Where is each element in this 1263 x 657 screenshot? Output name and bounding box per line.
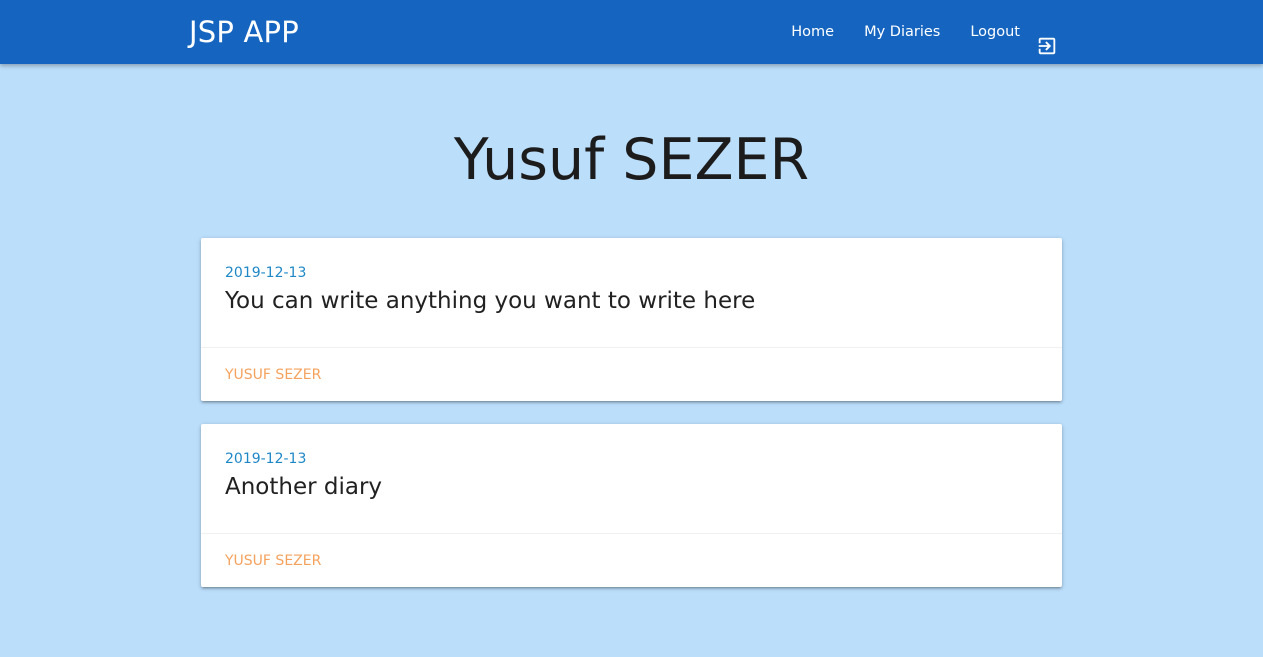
nav-logout-link[interactable]: Logout [955,0,1058,64]
diary-title: You can write anything you want to write… [225,288,756,314]
logout-icon [1036,21,1058,55]
diary-card-content: 2019-12-13 Another diary [201,424,1062,534]
diary-card-action: YUSUF SEZER [201,348,1062,402]
diary-date: 2019-12-13 [225,451,307,467]
diary-date: 2019-12-13 [225,265,307,281]
brand-logo[interactable]: JSP APP [189,14,299,50]
diary-author-link[interactable]: YUSUF SEZER [225,553,321,569]
diary-title: Another diary [225,474,383,500]
diary-card: 2019-12-13 You can write anything you wa… [201,238,1062,401]
diary-card-action: YUSUF SEZER [201,534,1062,588]
diary-card: 2019-12-13 Another diary YUSUF SEZER [201,424,1062,587]
logout-label: Logout [970,24,1020,40]
nav-links: Home My Diaries Logout [776,0,1058,64]
page-title: Yusuf SEZER [453,127,810,193]
diary-author-link[interactable]: YUSUF SEZER [225,367,321,383]
top-navbar: JSP APP Home My Diaries Logout [0,0,1263,64]
nav-home-link[interactable]: Home [776,0,849,64]
nav-my-diaries-link[interactable]: My Diaries [849,0,955,64]
diary-card-content: 2019-12-13 You can write anything you wa… [201,238,1062,348]
